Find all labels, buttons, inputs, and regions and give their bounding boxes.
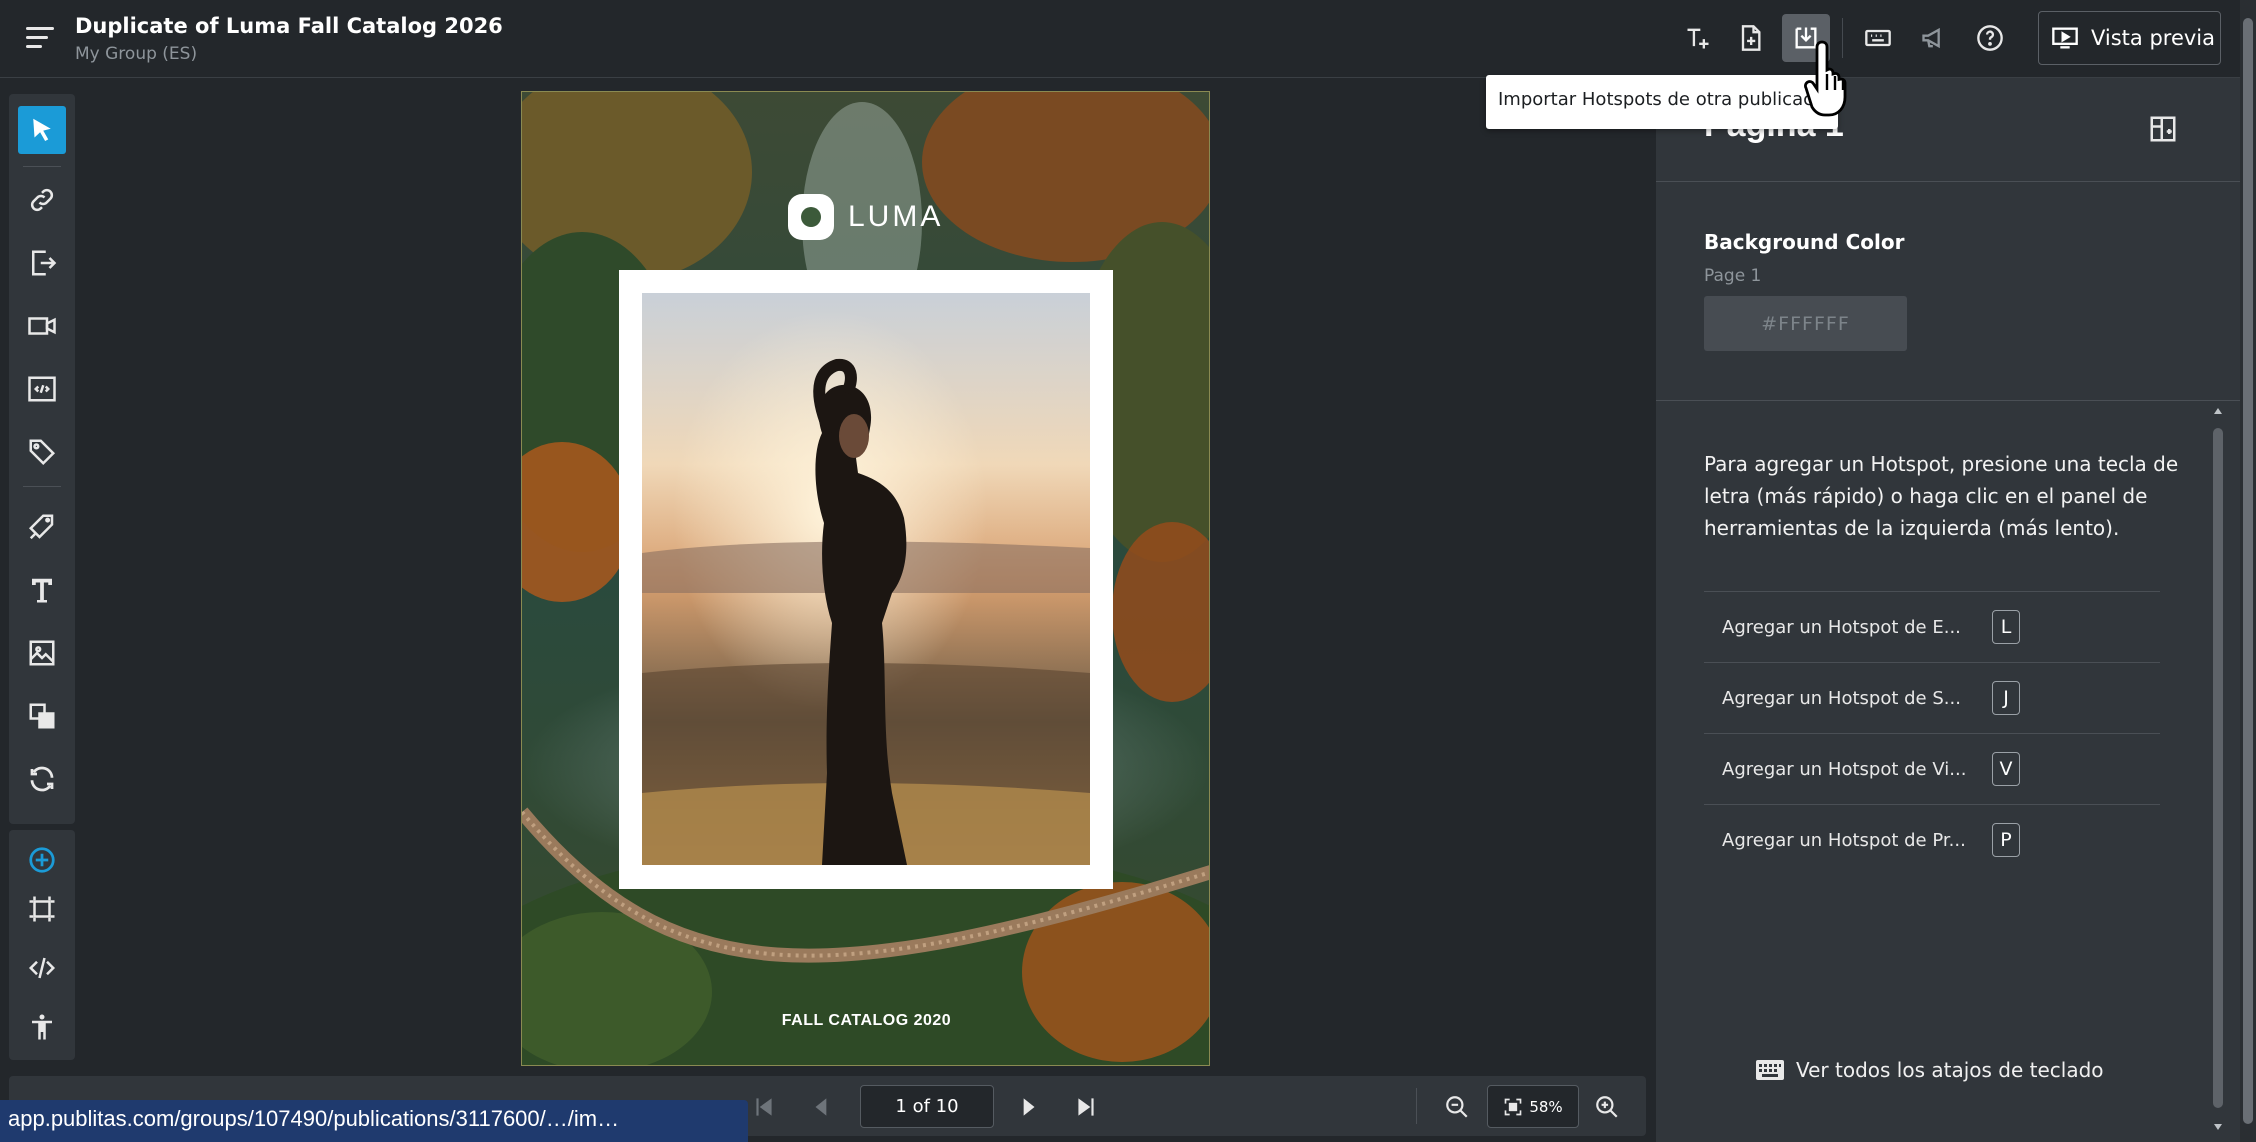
panel-divider (1656, 181, 2240, 182)
view-shortcuts-label: Ver todos los atajos de teclado (1796, 1058, 2104, 1082)
layers-tool-icon[interactable] (18, 692, 66, 740)
shortcut-key: L (1992, 610, 2020, 644)
style-tool-icon[interactable] (18, 503, 66, 551)
view-shortcuts-link[interactable]: Ver todos los atajos de teclado (1756, 1058, 2104, 1082)
catalog-page[interactable]: LUMA FALL CATALOG 2020 (521, 91, 1210, 1066)
page-properties-panel: Pagina 1 Background Color Page 1 #FFFFFF… (1656, 78, 2240, 1142)
frame-icon[interactable] (18, 885, 66, 933)
zoom-out-icon[interactable] (1442, 1092, 1472, 1122)
background-color-page: Page 1 (1704, 266, 1762, 286)
page-indicator[interactable]: 1 of 10 (860, 1085, 994, 1128)
zoom-in-icon[interactable] (1592, 1092, 1622, 1122)
embed-tool-icon[interactable] (18, 365, 66, 413)
luma-logo-mark (788, 194, 834, 240)
page-link-tool-icon[interactable] (18, 239, 66, 287)
photo-frame (619, 270, 1113, 889)
hotspot-option-link[interactable]: Agregar un Hotspot de E... L (1704, 591, 2160, 662)
zoom-level[interactable]: 58% (1487, 1085, 1579, 1128)
last-page-icon[interactable] (1071, 1092, 1101, 1122)
group-name: My Group (ES) (75, 44, 198, 64)
code-icon[interactable] (18, 944, 66, 992)
app: Duplicate of Luma Fall Catalog 2026 My G… (0, 0, 2256, 1142)
add-text-icon[interactable] (1678, 18, 1718, 58)
keyboard-icon[interactable] (1858, 18, 1898, 58)
window-scrollbar[interactable] (2240, 0, 2256, 1142)
link-tool-icon[interactable] (18, 176, 66, 224)
background-color-label: Background Color (1704, 230, 1905, 254)
accessibility-icon[interactable] (18, 1003, 66, 1051)
text-tool-icon[interactable] (18, 566, 66, 614)
hotspot-option-product[interactable]: Agregar un Hotspot de Pr... P (1704, 804, 2160, 875)
keyboard-icon (1756, 1060, 1784, 1080)
select-tool-icon[interactable] (18, 106, 66, 154)
shortcut-key: P (1992, 823, 2020, 857)
background-color-input[interactable]: #FFFFFF (1704, 296, 1907, 351)
panel-divider (1656, 400, 2240, 401)
luma-logo: LUMA (788, 194, 943, 240)
luma-logo-text: LUMA (848, 200, 944, 233)
previous-page-icon[interactable] (807, 1092, 837, 1122)
panel-scrollbar[interactable] (2211, 404, 2225, 1142)
hotspot-option-label: Agregar un Hotspot de Vi... (1722, 758, 1967, 780)
hand-cursor-icon (1804, 40, 1847, 117)
zoom-divider (1416, 1088, 1417, 1124)
hotspot-option-video[interactable]: Agregar un Hotspot de Vi... V (1704, 733, 2160, 804)
shortcut-key: J (1992, 681, 2020, 715)
catalog-label: FALL CATALOG 2020 (781, 1012, 952, 1029)
image-tool-icon[interactable] (18, 629, 66, 677)
top-bar: Duplicate of Luma Fall Catalog 2026 My G… (0, 0, 2240, 78)
hotspot-option-label: Agregar un Hotspot de E... (1722, 616, 1961, 638)
hotspot-option-label: Agregar un Hotspot de S... (1722, 687, 1961, 709)
import-hotspots-tooltip: Importar Hotspots de otra publicación (1486, 75, 1838, 129)
preview-label: Vista previa (2091, 26, 2216, 50)
tool-divider (23, 166, 61, 167)
preview-icon (2052, 27, 2078, 49)
first-page-icon[interactable] (749, 1092, 779, 1122)
next-page-icon[interactable] (1013, 1092, 1043, 1122)
zoom-value: 58% (1529, 1097, 1563, 1116)
add-circle-icon[interactable] (18, 836, 66, 884)
refresh-tool-icon[interactable] (18, 755, 66, 803)
add-page-icon[interactable] (1730, 18, 1770, 58)
hotspot-toolbar (9, 94, 75, 824)
secondary-toolbar (9, 830, 75, 1060)
publication-title: Duplicate of Luma Fall Catalog 2026 (75, 14, 503, 38)
product-tag-tool-icon[interactable] (18, 428, 66, 476)
hotspot-help-text: Para agregar un Hotspot, presione una te… (1704, 452, 2179, 540)
model-photo (642, 293, 1090, 865)
announcement-icon[interactable] (1914, 18, 1954, 58)
help-icon[interactable] (1970, 18, 2010, 58)
preview-button[interactable]: Vista previa (2038, 11, 2221, 65)
fit-to-screen-icon (1504, 1098, 1522, 1115)
status-bar-url: app.publitas.com/groups/107490/publicati… (0, 1100, 748, 1142)
hotspot-option-page[interactable]: Agregar un Hotspot de S... J (1704, 662, 2160, 733)
shortcut-key: V (1992, 752, 2020, 786)
video-tool-icon[interactable] (18, 302, 66, 350)
page-layout-icon[interactable] (2148, 114, 2178, 144)
tool-divider (23, 486, 61, 487)
hotspot-option-label: Agregar un Hotspot de Pr... (1722, 829, 1966, 851)
menu-icon[interactable] (26, 27, 54, 48)
